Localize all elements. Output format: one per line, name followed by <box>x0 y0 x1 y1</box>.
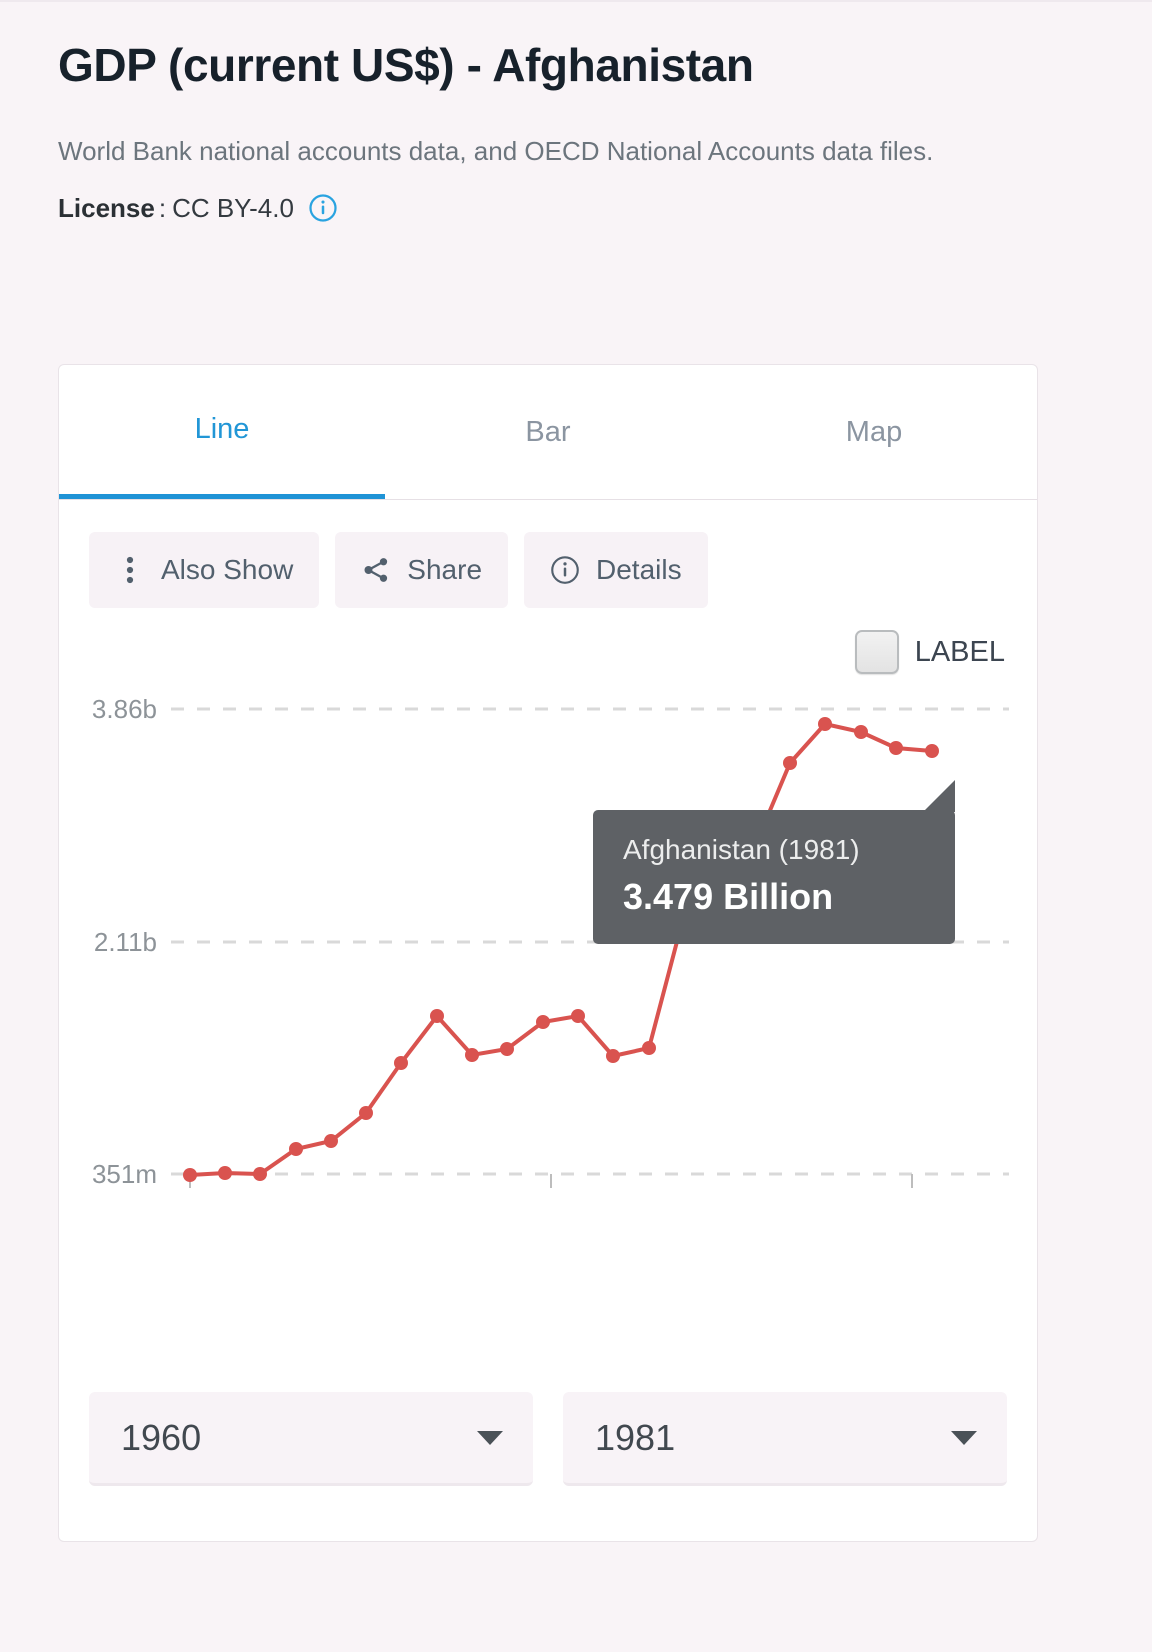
data-point <box>854 725 868 739</box>
tooltip-title: Afghanistan (1981) <box>623 834 860 865</box>
data-point <box>218 1166 232 1180</box>
tab-map[interactable]: Map <box>711 365 1037 499</box>
data-point <box>394 1056 408 1070</box>
chart-type-tabs: Line Bar Map <box>59 365 1037 500</box>
data-point <box>289 1142 303 1156</box>
legend-label: LABEL <box>914 635 1005 668</box>
also-show-button[interactable]: Also Show <box>89 532 320 608</box>
data-point <box>500 1042 514 1056</box>
data-point <box>606 1049 620 1063</box>
chevron-down-icon <box>951 1430 977 1445</box>
tab-line-label: Line <box>194 413 250 445</box>
end-year-value: 1981 <box>595 1416 676 1458</box>
data-point <box>430 1009 444 1023</box>
end-year-select[interactable]: 1981 <box>563 1392 1007 1486</box>
chart-canvas: 3.86b 2.11b 351m <box>92 694 1009 1189</box>
series-line <box>189 721 933 1177</box>
data-point <box>783 756 797 770</box>
line-chart: 3.86b 2.11b 351m LABEL Afghanistan (1981… <box>59 608 1037 1378</box>
tooltip-value: 3.479 Billion <box>623 876 834 917</box>
data-point <box>465 1048 479 1062</box>
details-button[interactable]: Details <box>524 532 708 608</box>
license-label: License <box>58 192 155 223</box>
chart-toolbar: Also Show Share Details <box>59 500 1037 608</box>
ytick-2: 351m <box>92 1159 157 1189</box>
data-point <box>183 1168 197 1182</box>
tab-bar-label: Bar <box>525 415 571 448</box>
chart-card: Line Bar Map Also Show Share Details 3.8… <box>58 364 1038 1542</box>
details-label: Details <box>596 554 682 585</box>
gdp-indicator-page: GDP (current US$) - Afghanistan World Ba… <box>0 0 1152 1652</box>
license-row: License : CC BY-4.0 <box>58 193 1058 224</box>
y-axis-labels: 3.86b 2.11b 351m <box>92 694 157 1189</box>
vertical-dots-icon <box>115 556 145 584</box>
data-point <box>571 1009 585 1023</box>
data-point <box>925 744 939 758</box>
data-point <box>889 741 903 755</box>
ytick-0: 3.86b <box>92 694 157 724</box>
data-point <box>324 1134 338 1148</box>
chart-legend: LABEL <box>854 630 1005 674</box>
data-point <box>359 1106 373 1120</box>
share-button[interactable]: Share <box>335 532 509 608</box>
chevron-down-icon <box>477 1430 503 1445</box>
top-divider <box>0 0 1152 2</box>
tab-line[interactable]: Line <box>59 365 385 499</box>
series-points <box>183 717 939 1182</box>
start-year-value: 1960 <box>121 1416 202 1458</box>
chart-tooltip: Afghanistan (1981) 3.479 Billion <box>593 780 955 944</box>
start-year-select[interactable]: 1960 <box>89 1392 533 1486</box>
share-nodes-icon <box>361 555 391 585</box>
page-header: GDP (current US$) - Afghanistan World Ba… <box>58 40 1058 224</box>
data-point <box>253 1167 267 1181</box>
legend-checkbox[interactable] <box>854 630 899 674</box>
tab-bar[interactable]: Bar <box>385 365 711 499</box>
x-axis-ticks <box>189 1174 913 1188</box>
license-value: CC BY-4.0 <box>172 192 294 223</box>
license-separator: : <box>158 192 167 223</box>
tab-map-label: Map <box>845 415 903 448</box>
data-point <box>642 1041 656 1055</box>
data-point <box>818 717 832 731</box>
data-point <box>536 1015 550 1029</box>
info-circle-icon <box>550 554 580 586</box>
page-title: GDP (current US$) - Afghanistan <box>58 39 754 91</box>
share-label: Share <box>407 554 483 585</box>
info-circle-icon[interactable] <box>308 193 338 223</box>
year-range-selectors: 1960 1981 <box>59 1392 1037 1486</box>
also-show-label: Also Show <box>161 554 294 585</box>
source-description: World Bank national accounts data, and O… <box>58 135 934 166</box>
ytick-1: 2.11b <box>94 927 157 957</box>
